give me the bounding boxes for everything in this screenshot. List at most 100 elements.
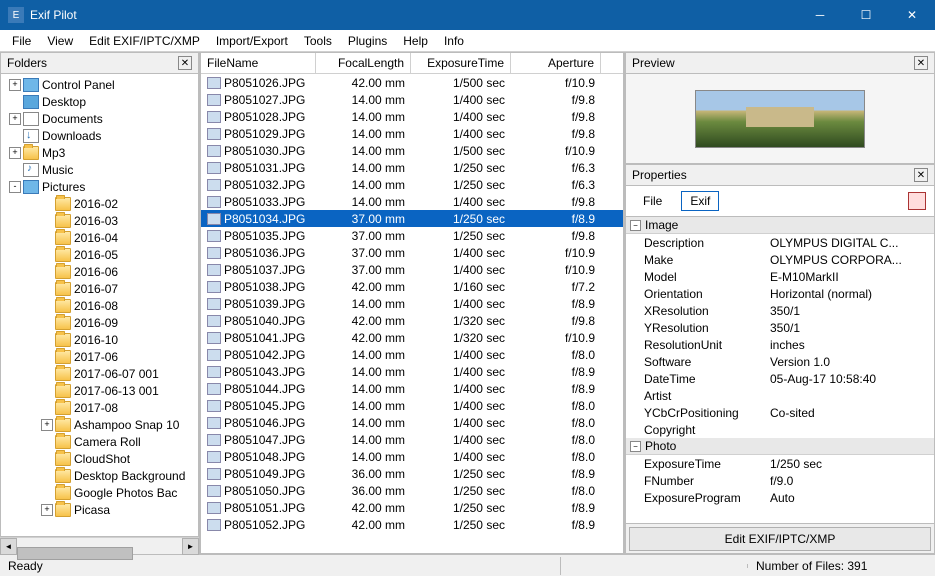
tree-item[interactable]: 2016-04 [1, 229, 198, 246]
tree-item[interactable]: Desktop Background [1, 467, 198, 484]
tree-item[interactable]: 2016-08 [1, 297, 198, 314]
file-row[interactable]: P8051040.JPG42.00 mm1/320 secf/9.8 [201, 312, 623, 329]
property-row[interactable]: Artist [626, 387, 934, 404]
file-row[interactable]: P8051029.JPG14.00 mm1/400 secf/9.8 [201, 125, 623, 142]
menu-import-export[interactable]: Import/Export [208, 32, 296, 50]
menu-file[interactable]: File [4, 32, 39, 50]
property-row[interactable]: ExposureTime1/250 sec [626, 455, 934, 472]
file-row[interactable]: P8051038.JPG42.00 mm1/160 secf/7.2 [201, 278, 623, 295]
tree-item[interactable]: 2016-06 [1, 263, 198, 280]
file-row[interactable]: P8051032.JPG14.00 mm1/250 secf/6.3 [201, 176, 623, 193]
property-row[interactable]: ResolutionUnitinches [626, 336, 934, 353]
tree-item[interactable]: 2016-09 [1, 314, 198, 331]
file-row[interactable]: P8051048.JPG14.00 mm1/400 secf/8.0 [201, 448, 623, 465]
file-row[interactable]: P8051026.JPG42.00 mm1/500 secf/10.9 [201, 74, 623, 91]
file-row[interactable]: P8051035.JPG37.00 mm1/250 secf/9.8 [201, 227, 623, 244]
tree-item[interactable]: Camera Roll [1, 433, 198, 450]
property-row[interactable]: MakeOLYMPUS CORPORA... [626, 251, 934, 268]
menu-edit-exif-iptc-xmp[interactable]: Edit EXIF/IPTC/XMP [81, 32, 208, 50]
props-tab-exif[interactable]: Exif [681, 191, 719, 211]
file-row[interactable]: P8051031.JPG14.00 mm1/250 secf/6.3 [201, 159, 623, 176]
file-row[interactable]: P8051052.JPG42.00 mm1/250 secf/8.9 [201, 516, 623, 533]
folders-close-icon[interactable]: ✕ [178, 56, 192, 70]
property-row[interactable]: SoftwareVersion 1.0 [626, 353, 934, 370]
collapse-icon[interactable]: - [9, 181, 21, 193]
file-row[interactable]: P8051045.JPG14.00 mm1/400 secf/8.0 [201, 397, 623, 414]
tree-item[interactable]: Desktop [1, 93, 198, 110]
tree-hscrollbar[interactable]: ◄ ► [0, 537, 199, 554]
edit-exif-button[interactable]: Edit EXIF/IPTC/XMP [629, 527, 931, 551]
file-row[interactable]: P8051047.JPG14.00 mm1/400 secf/8.0 [201, 431, 623, 448]
file-row[interactable]: P8051028.JPG14.00 mm1/400 secf/9.8 [201, 108, 623, 125]
tree-item[interactable]: 2016-03 [1, 212, 198, 229]
tree-item[interactable]: Music [1, 161, 198, 178]
col-aperture[interactable]: Aperture [511, 53, 601, 73]
scroll-right-icon[interactable]: ► [182, 538, 199, 555]
file-row[interactable]: P8051050.JPG36.00 mm1/250 secf/8.0 [201, 482, 623, 499]
tree-item[interactable]: 2016-07 [1, 280, 198, 297]
tree-item[interactable]: 2016-05 [1, 246, 198, 263]
tree-item[interactable]: 2016-10 [1, 331, 198, 348]
property-row[interactable]: OrientationHorizontal (normal) [626, 285, 934, 302]
minimize-button[interactable]: ─ [797, 0, 843, 30]
col-focallength[interactable]: FocalLength [316, 53, 411, 73]
menu-tools[interactable]: Tools [296, 32, 340, 50]
file-row[interactable]: P8051051.JPG42.00 mm1/250 secf/8.9 [201, 499, 623, 516]
menu-help[interactable]: Help [395, 32, 436, 50]
property-row[interactable]: YCbCrPositioningCo-sited [626, 404, 934, 421]
tree-item[interactable]: 2017-06-13 001 [1, 382, 198, 399]
col-filename[interactable]: FileName [201, 53, 316, 73]
file-row[interactable]: P8051036.JPG37.00 mm1/400 secf/10.9 [201, 244, 623, 261]
preview-close-icon[interactable]: ✕ [914, 56, 928, 70]
tree-item[interactable]: +Control Panel [1, 76, 198, 93]
file-row[interactable]: P8051046.JPG14.00 mm1/400 secf/8.0 [201, 414, 623, 431]
tree-item[interactable]: 2017-08 [1, 399, 198, 416]
col-exposuretime[interactable]: ExposureTime [411, 53, 511, 73]
property-category[interactable]: −Photo [626, 438, 934, 455]
scroll-left-icon[interactable]: ◄ [0, 538, 17, 555]
file-row[interactable]: P8051037.JPG37.00 mm1/400 secf/10.9 [201, 261, 623, 278]
property-row[interactable]: ModelE-M10MarkII [626, 268, 934, 285]
close-button[interactable]: ✕ [889, 0, 935, 30]
file-row[interactable]: P8051049.JPG36.00 mm1/250 secf/8.9 [201, 465, 623, 482]
expand-icon[interactable]: + [41, 504, 53, 516]
scroll-thumb[interactable] [17, 547, 133, 560]
file-row[interactable]: P8051042.JPG14.00 mm1/400 secf/8.0 [201, 346, 623, 363]
file-row[interactable]: P8051043.JPG14.00 mm1/400 secf/8.9 [201, 363, 623, 380]
property-row[interactable]: FNumberf/9.0 [626, 472, 934, 489]
expand-icon[interactable]: + [41, 419, 53, 431]
expand-icon[interactable]: + [9, 147, 21, 159]
file-row[interactable]: P8051039.JPG14.00 mm1/400 secf/8.9 [201, 295, 623, 312]
menu-plugins[interactable]: Plugins [340, 32, 395, 50]
maximize-button[interactable]: ☐ [843, 0, 889, 30]
properties-grid[interactable]: −ImageDescriptionOLYMPUS DIGITAL C...Mak… [625, 216, 935, 524]
properties-close-icon[interactable]: ✕ [914, 168, 928, 182]
props-tab-file[interactable]: File [634, 191, 671, 211]
folder-tree[interactable]: +Control PanelDesktop+DocumentsDownloads… [0, 74, 199, 537]
file-row[interactable]: P8051030.JPG14.00 mm1/500 secf/10.9 [201, 142, 623, 159]
tree-item[interactable]: 2017-06 [1, 348, 198, 365]
file-row[interactable]: P8051027.JPG14.00 mm1/400 secf/9.8 [201, 91, 623, 108]
collapse-icon[interactable]: − [630, 220, 641, 231]
tree-item[interactable]: +Documents [1, 110, 198, 127]
file-row[interactable]: P8051041.JPG42.00 mm1/320 secf/10.9 [201, 329, 623, 346]
tree-item[interactable]: +Mp3 [1, 144, 198, 161]
tree-item[interactable]: +Picasa [1, 501, 198, 518]
file-grid[interactable]: FileName FocalLength ExposureTime Apertu… [200, 52, 624, 554]
file-row[interactable]: P8051034.JPG37.00 mm1/250 secf/8.9 [201, 210, 623, 227]
property-row[interactable]: DescriptionOLYMPUS DIGITAL C... [626, 234, 934, 251]
tree-item[interactable]: Google Photos Bac [1, 484, 198, 501]
menu-view[interactable]: View [39, 32, 81, 50]
tree-item[interactable]: -Pictures [1, 178, 198, 195]
property-category[interactable]: −Image [626, 217, 934, 234]
property-row[interactable]: YResolution350/1 [626, 319, 934, 336]
tree-item[interactable]: 2017-06-07 001 [1, 365, 198, 382]
expand-icon[interactable]: + [9, 113, 21, 125]
property-row[interactable]: Copyright [626, 421, 934, 438]
property-row[interactable]: ExposureProgramAuto [626, 489, 934, 506]
tree-item[interactable]: 2016-02 [1, 195, 198, 212]
property-row[interactable]: DateTime05-Aug-17 10:58:40 [626, 370, 934, 387]
collapse-icon[interactable]: − [630, 441, 641, 452]
tree-item[interactable]: +Ashampoo Snap 10 [1, 416, 198, 433]
props-options-icon[interactable] [908, 192, 926, 210]
